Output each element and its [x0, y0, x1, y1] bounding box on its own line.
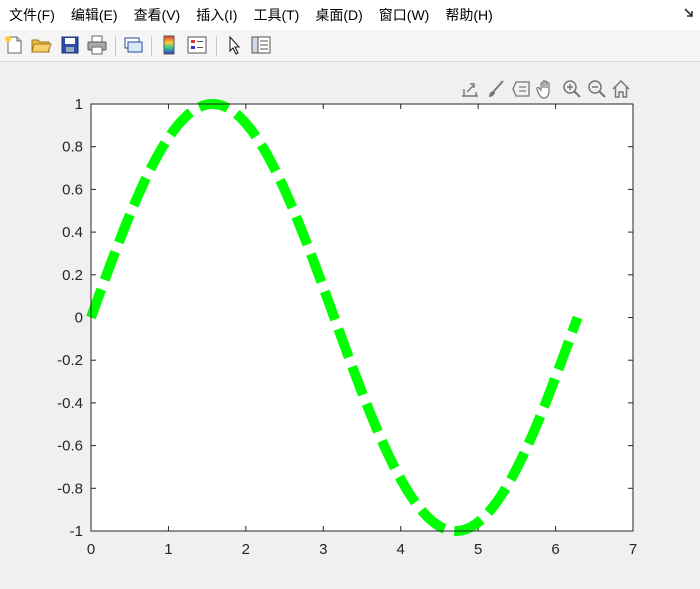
x-tick-label: 2: [242, 541, 250, 558]
y-tick-label: 0.2: [62, 267, 83, 284]
y-tick-label: -0.4: [57, 395, 83, 412]
axes-background: [91, 104, 633, 531]
plot-axes[interactable]: 0 1 2 3 4 5 6 7 1 0.8 0.6 0.4 0.2 0 -0.2 -0.4 -0.6 -0.8 -1: [0, 0, 700, 589]
x-tick-label: 4: [397, 541, 405, 558]
y-tick-label: 0.8: [62, 139, 83, 156]
x-tick-label: 6: [551, 541, 559, 558]
y-tick-label: 1: [75, 96, 83, 113]
y-tick-label: -1: [70, 523, 83, 540]
y-tick-label: 0: [75, 310, 83, 327]
x-tick-label: 3: [319, 541, 327, 558]
y-tick-label: 0.6: [62, 181, 83, 198]
x-tick-label: 7: [629, 541, 637, 558]
y-tick-label: -0.8: [57, 480, 83, 497]
y-tick-label: -0.2: [57, 352, 83, 369]
y-tick-label: -0.6: [57, 438, 83, 455]
y-tick-label: 0.4: [62, 224, 83, 241]
x-tick-label: 1: [164, 541, 172, 558]
x-tick-label: 5: [474, 541, 482, 558]
x-tick-label: 0: [87, 541, 95, 558]
